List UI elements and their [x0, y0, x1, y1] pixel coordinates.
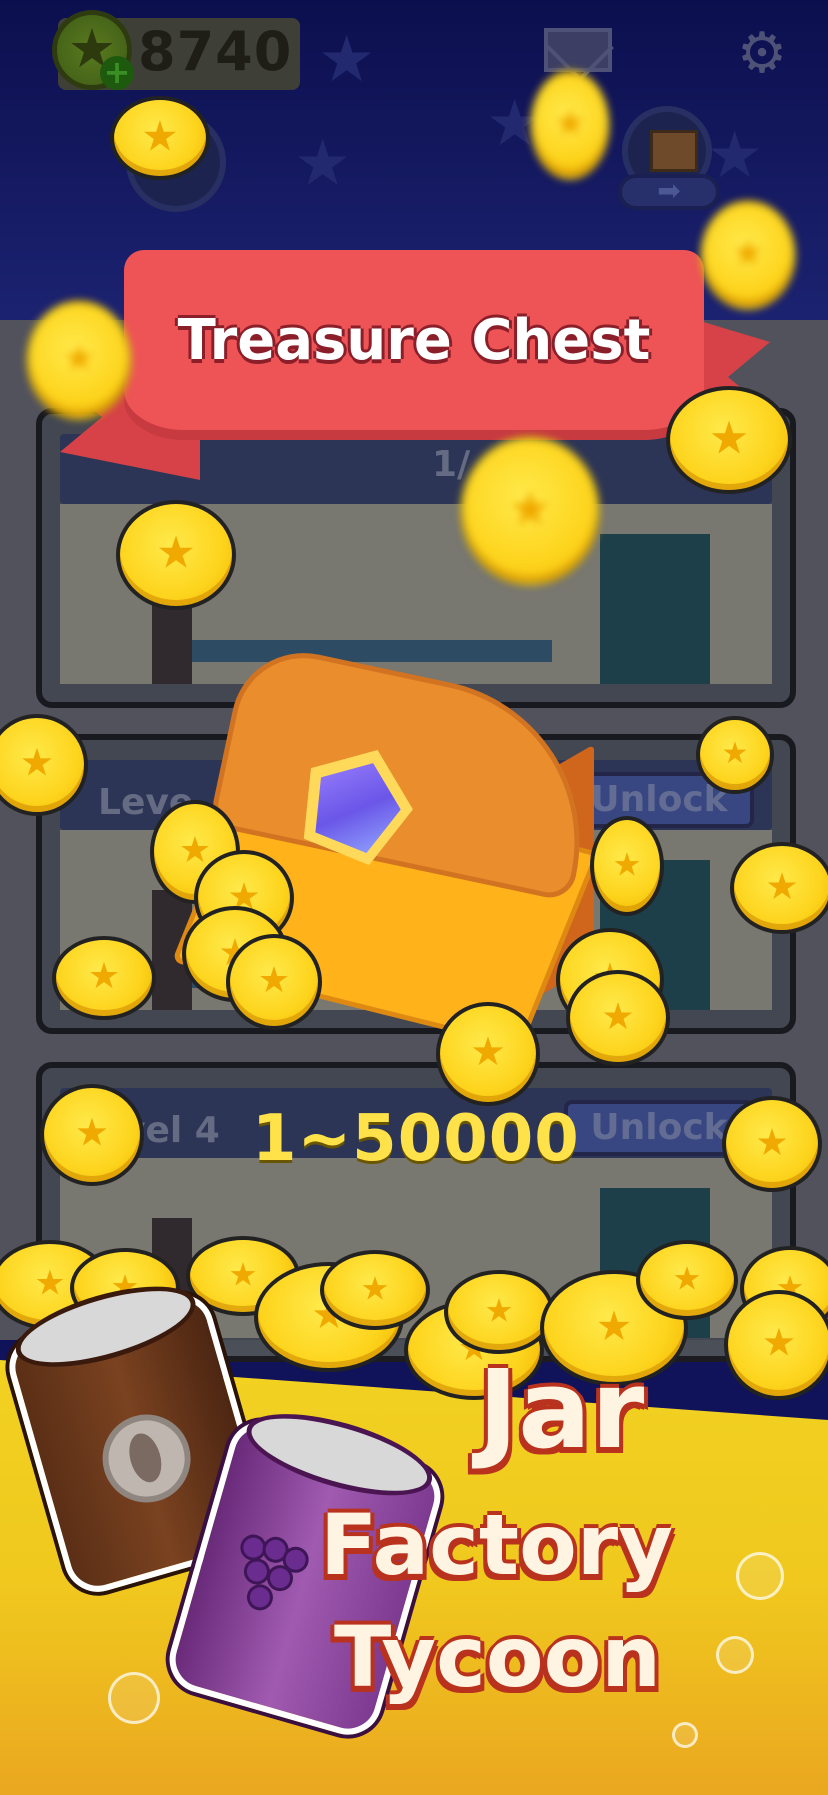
bubble: [672, 1722, 698, 1748]
grape-icon: [220, 1522, 324, 1640]
coin-icon: [530, 70, 610, 180]
treasure-chest-banner: Treasure Chest: [124, 250, 704, 440]
bubble: [108, 1672, 160, 1724]
coin-icon: [636, 1240, 738, 1320]
coin-icon: [26, 300, 132, 420]
coin-icon: [590, 816, 664, 916]
bubble: [716, 1636, 754, 1674]
coin-icon: [566, 970, 670, 1066]
arrow-icon[interactable]: ➡: [618, 174, 720, 210]
coin-icon: [436, 1002, 540, 1106]
coin-icon: [722, 1096, 822, 1192]
reward-range: 1~50000: [252, 1102, 580, 1176]
coin-icon: [116, 500, 236, 610]
promo-title-line2: Factory: [320, 1496, 673, 1594]
promo-title-line3: Tycoon: [334, 1608, 662, 1706]
bubble: [736, 1552, 784, 1600]
coin-icon: [52, 936, 156, 1020]
coin-icon: [226, 934, 322, 1030]
coin-icon: [110, 96, 210, 180]
gear-icon[interactable]: ⚙: [734, 26, 790, 82]
promo-title-line1: Jar: [478, 1348, 645, 1473]
add-coins-button[interactable]: +: [100, 56, 134, 90]
coin-icon: [700, 200, 796, 310]
banner-title: Treasure Chest: [177, 308, 651, 373]
mail-icon[interactable]: [544, 28, 612, 72]
coin-icon: [444, 1270, 554, 1354]
coin-icon: [666, 386, 792, 494]
coin-balance: 8740: [138, 20, 293, 83]
background-star-icon: ★: [294, 127, 352, 201]
coin-icon: [724, 1290, 828, 1400]
coin-icon: [40, 1084, 144, 1186]
coffee-bean-icon: [92, 1404, 201, 1513]
background-star-icon: ★: [318, 23, 376, 97]
coin-icon: [696, 716, 774, 794]
crate-icon: [650, 130, 698, 172]
coin-icon: [320, 1250, 430, 1330]
coin-icon: [460, 436, 600, 586]
coin-icon: [730, 842, 828, 934]
